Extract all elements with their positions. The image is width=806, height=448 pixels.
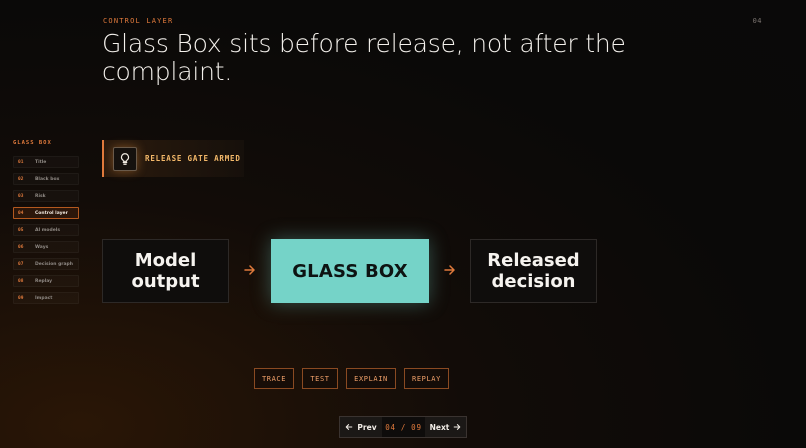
sidebar-item-number: 08: [18, 278, 24, 284]
status-badge: RELEASE GATE ARMED: [102, 140, 244, 177]
section-eyebrow: CONTROL LAYER: [103, 17, 174, 25]
page-number: 04: [752, 17, 762, 25]
glass-box-gate: GLASS BOX: [271, 239, 429, 303]
sidebar-title: GLASS BOX: [13, 140, 52, 146]
sidebar-item-label: Risk: [35, 193, 46, 199]
total-pages: 09: [411, 422, 422, 432]
sidebar-item-number: 07: [18, 261, 24, 267]
test-button[interactable]: TEST: [302, 368, 338, 389]
arrow-left-icon: [346, 424, 353, 430]
glass-box-label: GLASS BOX: [292, 260, 408, 282]
sidebar-item-decision-graph[interactable]: 07 Decision graph: [13, 258, 79, 270]
sidebar-item-label: Title: [35, 159, 47, 165]
sidebar-item-black-box[interactable]: 02 Black box: [13, 173, 79, 185]
lightbulb-icon: [113, 146, 137, 171]
sidebar-nav: 01 Title 02 Black box 03 Risk 04 Control…: [13, 156, 79, 304]
sidebar-item-ways[interactable]: 06 Ways: [13, 241, 79, 253]
sidebar-item-label: Impact: [35, 295, 53, 301]
sidebar-item-ai-models[interactable]: 05 AI models: [13, 224, 79, 236]
sidebar-item-number: 09: [18, 295, 24, 301]
model-output-box: Model output: [102, 239, 229, 303]
pager: Prev 04 / 09 Next: [339, 416, 467, 438]
page-counter: 04 / 09: [382, 417, 425, 437]
sidebar-item-number: 06: [18, 244, 24, 250]
sidebar-item-impact[interactable]: 09 Impact: [13, 292, 79, 304]
sidebar-item-number: 04: [18, 210, 24, 216]
page-separator: /: [400, 422, 407, 432]
explain-button[interactable]: EXPLAIN: [346, 368, 396, 389]
sidebar-item-label: Replay: [35, 278, 53, 284]
sidebar-item-risk[interactable]: 03 Risk: [13, 190, 79, 202]
action-bar: TRACE TEST EXPLAIN REPLAY: [254, 368, 449, 389]
arrow-right-icon: [244, 265, 255, 275]
sidebar-item-replay[interactable]: 08 Replay: [13, 275, 79, 287]
next-button[interactable]: Next: [425, 417, 466, 437]
sidebar-item-label: Black box: [35, 176, 60, 182]
arrow-right-icon: [444, 265, 455, 275]
sidebar-item-number: 05: [18, 227, 24, 233]
sidebar-item-number: 01: [18, 159, 24, 165]
next-label: Next: [429, 422, 450, 432]
sidebar-item-control-layer[interactable]: 04 Control layer: [13, 207, 79, 219]
sidebar-item-number: 02: [18, 176, 24, 182]
replay-button[interactable]: REPLAY: [404, 368, 449, 389]
sidebar-item-label: Decision graph: [35, 261, 73, 267]
released-decision-box: Released decision: [470, 239, 597, 303]
sidebar-item-number: 03: [18, 193, 24, 199]
sidebar-item-title[interactable]: 01 Title: [13, 156, 79, 168]
arrow-right-icon: [454, 424, 461, 430]
page-title: Glass Box sits before release, not after…: [102, 29, 626, 86]
sidebar-item-label: Control layer: [35, 210, 68, 216]
released-decision-label: Released decision: [487, 250, 580, 292]
sidebar-item-label: Ways: [35, 244, 49, 250]
current-page: 04: [385, 422, 396, 432]
prev-label: Prev: [357, 422, 377, 432]
model-output-label: Model output: [131, 250, 200, 292]
sidebar-item-label: AI models: [35, 227, 60, 233]
status-label: RELEASE GATE ARMED: [145, 154, 241, 163]
trace-button[interactable]: TRACE: [254, 368, 294, 389]
prev-button[interactable]: Prev: [340, 417, 382, 437]
